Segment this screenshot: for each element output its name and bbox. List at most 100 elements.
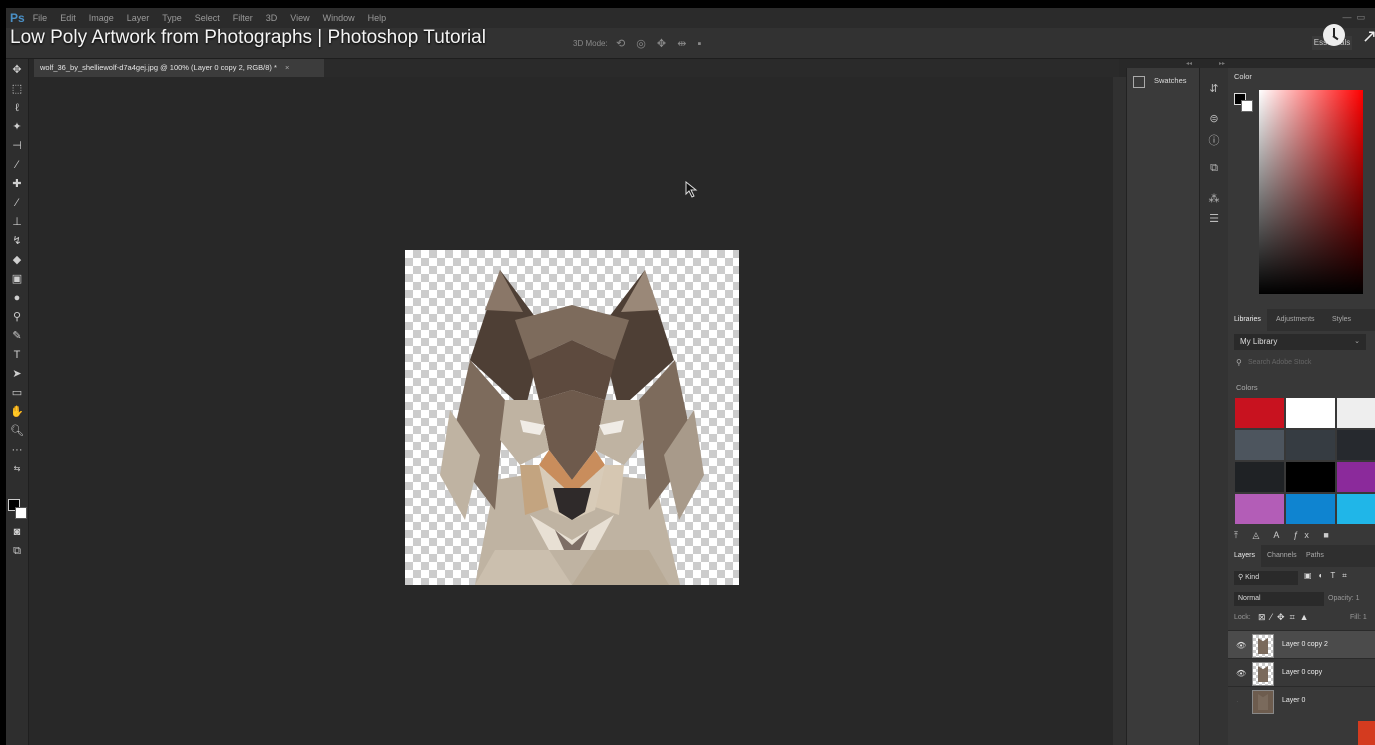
- library-color-swatch[interactable]: [1286, 398, 1335, 428]
- tab-paths[interactable]: Paths: [1300, 545, 1330, 567]
- pen-tool-icon[interactable]: ✎: [6, 327, 28, 345]
- expand-panels-icon[interactable]: ▸▸: [1219, 60, 1225, 67]
- lock-options-icons[interactable]: ⊠⁄✥⌗▲: [1258, 612, 1314, 623]
- library-color-swatch[interactable]: [1286, 430, 1335, 460]
- history-brush-tool-icon[interactable]: ↯: [6, 232, 28, 250]
- layer-row[interactable]: 👁︎ Layer 0 copy: [1228, 658, 1375, 687]
- tab-layers[interactable]: Layers: [1228, 545, 1262, 567]
- brush-presets-panel-icon[interactable]: ⁂: [1204, 192, 1224, 208]
- background-color-swatch[interactable]: [15, 507, 27, 519]
- layer-row[interactable]: · Layer 0: [1228, 686, 1375, 715]
- menu-3d[interactable]: 3D: [266, 13, 278, 23]
- share-arrow-icon[interactable]: ↗: [1362, 26, 1375, 47]
- navigator-panel-icon[interactable]: ⧉: [1204, 162, 1224, 178]
- menu-edit[interactable]: Edit: [60, 13, 76, 23]
- color-panel-background[interactable]: [1241, 100, 1253, 112]
- blend-mode-select[interactable]: Normal: [1234, 592, 1324, 606]
- history-panel-icon[interactable]: ⇵: [1204, 82, 1224, 98]
- marquee-tool-icon[interactable]: ⬚: [6, 80, 28, 98]
- notification-badge[interactable]: [1358, 721, 1375, 745]
- type-tool-icon[interactable]: T: [6, 346, 28, 364]
- layer-filter-icons[interactable]: ▣◐T⌗: [1304, 571, 1354, 581]
- healing-brush-tool-icon[interactable]: ✚: [6, 175, 28, 193]
- dodge-tool-icon[interactable]: ⚲: [6, 308, 28, 326]
- move-tool-icon[interactable]: ✥: [6, 61, 28, 79]
- collapse-panels-icon[interactable]: ◂◂: [1186, 60, 1192, 67]
- info-panel-icon[interactable]: ⓘ: [1204, 132, 1224, 148]
- menu-view[interactable]: View: [290, 13, 309, 23]
- menu-filter[interactable]: Filter: [233, 13, 253, 23]
- menu-file[interactable]: File: [33, 13, 48, 23]
- menu-help[interactable]: Help: [368, 13, 387, 23]
- close-tab-icon[interactable]: ×: [285, 63, 289, 72]
- swatches-grid-icon: [1133, 76, 1145, 88]
- tab-libraries[interactable]: Libraries: [1228, 309, 1267, 331]
- swatches-panel-header[interactable]: Swatches: [1127, 72, 1199, 90]
- library-toolbar-icons[interactable]: ⤒ ◬ A ƒx ■: [1234, 530, 1374, 542]
- menu-type[interactable]: Type: [162, 13, 182, 23]
- document-tab[interactable]: wolf_36_by_shelliewolf-d7a4gej.jpg @ 100…: [34, 59, 324, 77]
- watch-later-clock-icon[interactable]: [1323, 24, 1345, 46]
- wolf-polygon: [621, 270, 659, 312]
- path-selection-tool-icon[interactable]: ➤: [6, 365, 28, 383]
- color-panel-title[interactable]: Color: [1234, 72, 1252, 81]
- library-color-swatch[interactable]: [1235, 398, 1284, 428]
- right-panel-column: Color Libraries Adjustments Styles My Li…: [1228, 68, 1375, 745]
- library-color-swatch[interactable]: [1286, 462, 1335, 492]
- library-color-swatch[interactable]: [1337, 494, 1375, 524]
- layer-row[interactable]: 👁︎ Layer 0 copy 2: [1228, 630, 1375, 659]
- crop-tool-icon[interactable]: ⊣: [6, 137, 28, 155]
- 3d-mode-label: 3D Mode:: [573, 39, 608, 48]
- adobe-stock-search-input[interactable]: ⚲ Search Adobe Stock: [1234, 356, 1366, 370]
- 3d-mode-icons[interactable]: ⟲ ◎ ✥ ⇹ ▪: [616, 37, 705, 50]
- library-color-swatch[interactable]: [1286, 494, 1335, 524]
- fill-field[interactable]: Fill: 1: [1350, 614, 1367, 621]
- library-color-swatch[interactable]: [1337, 398, 1375, 428]
- opacity-field[interactable]: Opacity: 1: [1328, 595, 1360, 602]
- mouse-cursor-icon: [685, 181, 698, 198]
- library-color-swatch[interactable]: [1337, 462, 1375, 492]
- blur-tool-icon[interactable]: ●: [6, 289, 28, 307]
- color-spectrum-picker[interactable]: [1259, 90, 1363, 294]
- document-canvas[interactable]: [405, 250, 739, 585]
- adjustments-sliders-icon[interactable]: ☰: [1204, 212, 1224, 228]
- quick-mask-icon[interactable]: ◙: [6, 523, 28, 541]
- library-color-swatch[interactable]: [1235, 494, 1284, 524]
- tab-styles[interactable]: Styles: [1326, 309, 1357, 331]
- visibility-eye-icon[interactable]: 👁︎: [1236, 669, 1246, 678]
- brush-tool-icon[interactable]: ⁄: [6, 194, 28, 212]
- menu-layer[interactable]: Layer: [127, 13, 150, 23]
- library-color-swatch[interactable]: [1235, 430, 1284, 460]
- window-controls[interactable]: — ▭: [1342, 12, 1365, 23]
- menu-select[interactable]: Select: [195, 13, 220, 23]
- library-color-swatch[interactable]: [1337, 430, 1375, 460]
- more-tools-icon[interactable]: ···: [6, 441, 28, 459]
- eraser-tool-icon[interactable]: ◆: [6, 251, 28, 269]
- lasso-tool-icon[interactable]: ℓ: [6, 99, 28, 117]
- swap-colors-icon[interactable]: ⇆: [6, 460, 28, 478]
- screen-mode-icon[interactable]: ⧉: [6, 542, 28, 560]
- tab-adjustments[interactable]: Adjustments: [1270, 309, 1321, 331]
- gradient-tool-icon[interactable]: ▣: [6, 270, 28, 288]
- layer-kind-filter[interactable]: ⚲ Kind: [1234, 571, 1298, 585]
- menu-image[interactable]: Image: [89, 13, 114, 23]
- panel-gutter: [1113, 77, 1126, 745]
- swatches-panel: Swatches: [1126, 68, 1199, 745]
- zoom-tool-icon[interactable]: 🔍︎: [6, 422, 28, 440]
- visibility-eye-icon[interactable]: 👁︎: [1236, 641, 1246, 650]
- hand-tool-icon[interactable]: ✋: [6, 403, 28, 421]
- eyedropper-tool-icon[interactable]: ⁄: [6, 156, 28, 174]
- canvas-area[interactable]: [29, 77, 1119, 745]
- library-color-swatch[interactable]: [1235, 462, 1284, 492]
- rectangle-tool-icon[interactable]: ▭: [6, 384, 28, 402]
- libraries-tab-bar: Libraries Adjustments Styles: [1228, 309, 1375, 331]
- clone-stamp-tool-icon[interactable]: ⊥: [6, 213, 28, 231]
- magic-wand-tool-icon[interactable]: ✦: [6, 118, 28, 136]
- photoshop-logo: Ps: [10, 11, 25, 25]
- menu-window[interactable]: Window: [323, 13, 355, 23]
- properties-panel-icon[interactable]: ⊜: [1204, 112, 1224, 128]
- document-tab-row: wolf_36_by_shelliewolf-d7a4gej.jpg @ 100…: [34, 59, 1119, 77]
- visibility-toggle-empty[interactable]: ·: [1236, 697, 1239, 706]
- library-select[interactable]: My Library ⌄: [1234, 334, 1366, 350]
- tab-channels[interactable]: Channels: [1261, 545, 1303, 567]
